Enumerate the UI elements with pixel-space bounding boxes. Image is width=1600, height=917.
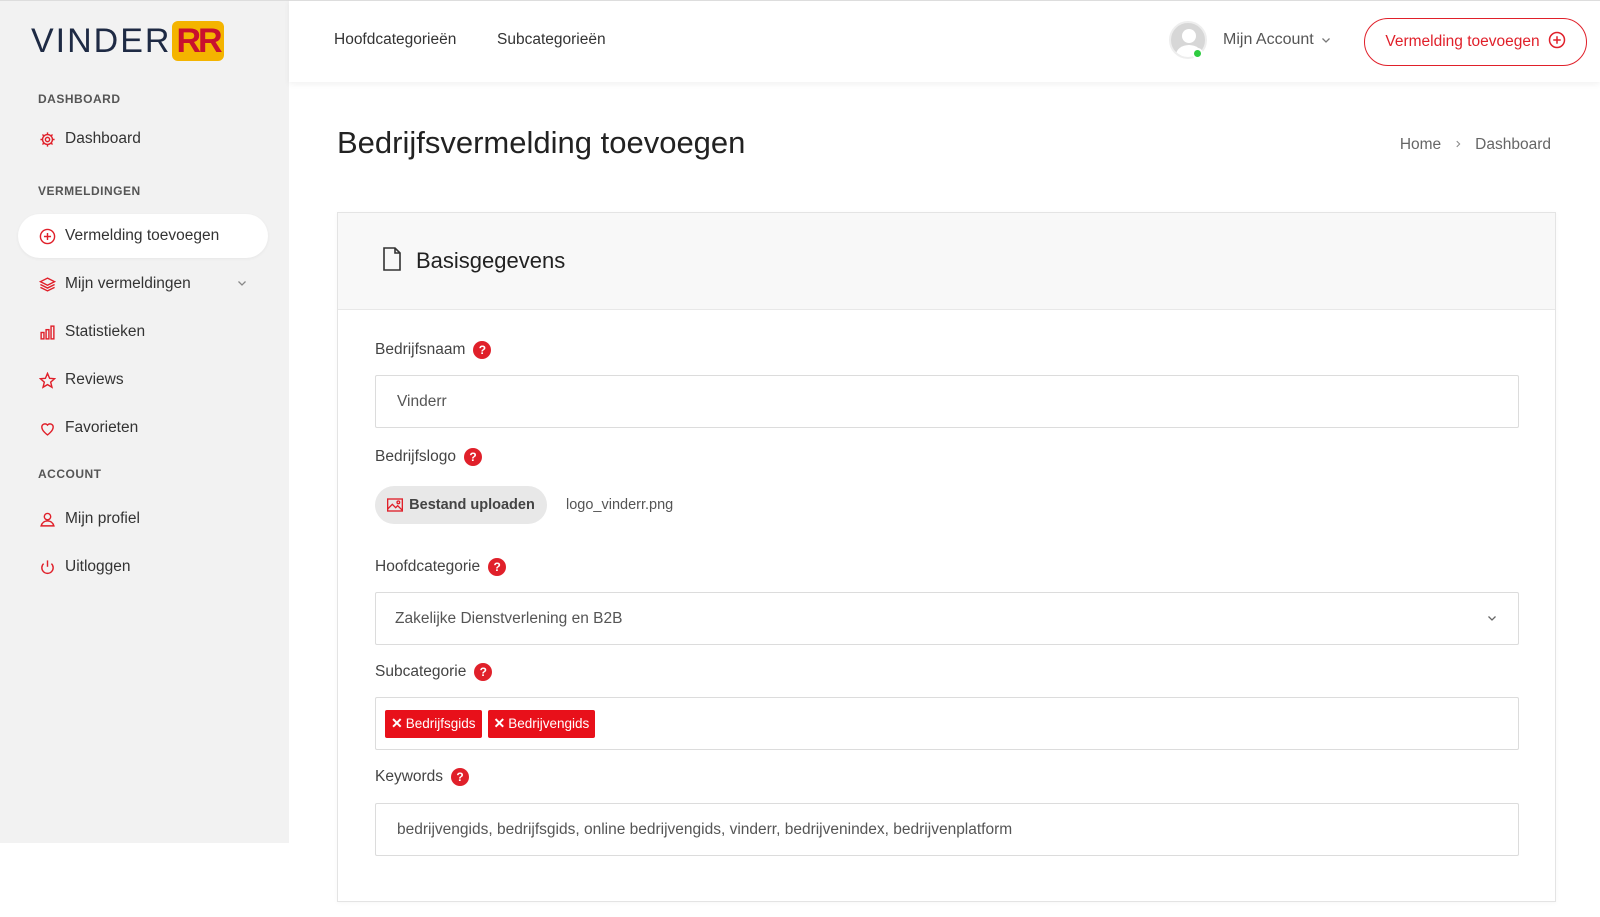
help-icon[interactable]: ? xyxy=(473,341,492,359)
keywords-input[interactable]: bedrijvengids, bedrijfsgids, online bedr… xyxy=(375,803,1519,856)
sidebar-item-label: Reviews xyxy=(65,371,124,388)
upload-file-button[interactable]: Bestand uploaden xyxy=(375,486,547,524)
basic-info-card: Basisgegevens Bedrijfsnaam ? Vinderr Bed… xyxy=(337,212,1556,902)
sidebar-item-dashboard[interactable]: Dashboard xyxy=(18,117,268,161)
sidebar-item-label: Statistieken xyxy=(65,323,146,340)
subcategory-tag[interactable]: ✕ Bedrijvengids xyxy=(487,709,596,738)
online-status-dot xyxy=(1192,48,1203,59)
card-title: Basisgegevens xyxy=(416,248,566,273)
sidebar-item-label: Favorieten xyxy=(65,419,139,436)
uploaded-file-name: logo_vinderr.png xyxy=(566,497,674,513)
sidebar-item-my-listings[interactable]: Mijn vermeldingen xyxy=(18,262,268,306)
sidebar: VINDER RR DASHBOARD Dashboard VERMELDING… xyxy=(0,0,289,843)
subcategory-label: Subcategorie ? xyxy=(375,663,493,681)
plus-circle-icon xyxy=(1548,31,1566,54)
bar-chart-icon xyxy=(38,323,56,341)
company-logo-label: Bedrijfslogo ? xyxy=(375,448,482,466)
topbar: Hoofdcategorieën Subcategorieën Mijn Acc… xyxy=(289,0,1600,82)
power-icon xyxy=(38,558,56,576)
sidebar-item-logout[interactable]: Uitloggen xyxy=(18,545,268,589)
sidebar-item-add-listing[interactable]: Vermelding toevoegen xyxy=(18,214,268,258)
main-category-select[interactable]: Zakelijke Dienstverlening en B2B xyxy=(375,592,1519,645)
logo-text: VINDER xyxy=(31,21,172,60)
sidebar-item-label: Dashboard xyxy=(65,130,141,147)
sidebar-item-profile[interactable]: Mijn profiel xyxy=(18,497,268,541)
company-name-label: Bedrijfsnaam ? xyxy=(375,341,492,359)
help-icon[interactable]: ? xyxy=(474,663,493,681)
upload-button-label: Bestand uploaden xyxy=(409,497,535,513)
section-dashboard: DASHBOARD xyxy=(38,92,121,106)
sidebar-item-statistics[interactable]: Statistieken xyxy=(18,310,268,354)
keywords-value: bedrijvengids, bedrijfsgids, online bedr… xyxy=(397,820,1013,838)
section-account: ACCOUNT xyxy=(38,467,102,481)
document-icon xyxy=(382,246,402,276)
close-icon[interactable]: ✕ xyxy=(391,715,403,732)
subcategory-input[interactable]: ✕ Bedrijfsgids ✕ Bedrijvengids xyxy=(375,697,1519,750)
sidebar-item-favorites[interactable]: Favorieten xyxy=(18,406,268,450)
plus-circle-icon xyxy=(38,227,56,245)
main-category-value: Zakelijke Dienstverlening en B2B xyxy=(395,609,623,627)
breadcrumb: Home Dashboard xyxy=(1400,136,1551,154)
logo[interactable]: VINDER RR xyxy=(31,21,224,61)
heart-icon xyxy=(38,419,56,437)
section-vermeldingen: VERMELDINGEN xyxy=(38,184,141,198)
company-name-value: Vinderr xyxy=(397,392,447,410)
add-listing-button[interactable]: Vermelding toevoegen xyxy=(1364,18,1587,66)
add-listing-label: Vermelding toevoegen xyxy=(1385,33,1540,50)
image-icon xyxy=(387,498,404,512)
sidebar-item-label: Mijn profiel xyxy=(65,510,140,527)
sidebar-item-label: Uitloggen xyxy=(65,558,131,575)
card-header: Basisgegevens xyxy=(338,213,1555,310)
main-category-label: Hoofdcategorie ? xyxy=(375,558,507,576)
chevron-down-icon xyxy=(236,276,248,294)
help-icon[interactable]: ? xyxy=(451,768,470,786)
chevron-down-icon xyxy=(1486,611,1498,629)
chevron-down-icon xyxy=(1320,34,1332,46)
sidebar-item-label: Vermelding toevoegen xyxy=(65,227,220,244)
breadcrumb-home[interactable]: Home xyxy=(1400,136,1441,154)
nav-subcategories[interactable]: Subcategorieën xyxy=(497,31,606,49)
breadcrumb-dashboard[interactable]: Dashboard xyxy=(1475,136,1551,154)
company-name-input[interactable]: Vinderr xyxy=(375,375,1519,428)
user-icon xyxy=(38,510,56,528)
layers-icon xyxy=(38,275,56,293)
gear-icon xyxy=(38,130,56,148)
account-label: Mijn Account xyxy=(1223,31,1314,48)
sidebar-item-reviews[interactable]: Reviews xyxy=(18,358,268,402)
sidebar-item-label: Mijn vermeldingen xyxy=(65,275,191,292)
nav-main-categories[interactable]: Hoofdcategorieën xyxy=(334,31,456,49)
help-icon[interactable]: ? xyxy=(464,448,482,466)
page-title: Bedrijfsvermelding toevoegen xyxy=(337,125,746,160)
star-icon xyxy=(38,371,56,389)
keywords-label: Keywords ? xyxy=(375,768,470,786)
subcategory-tag[interactable]: ✕ Bedrijfsgids xyxy=(385,709,482,738)
close-icon[interactable]: ✕ xyxy=(494,715,506,732)
chevron-right-icon xyxy=(1453,136,1463,154)
logo-mark: RR xyxy=(172,21,224,61)
help-icon[interactable]: ? xyxy=(488,558,507,576)
